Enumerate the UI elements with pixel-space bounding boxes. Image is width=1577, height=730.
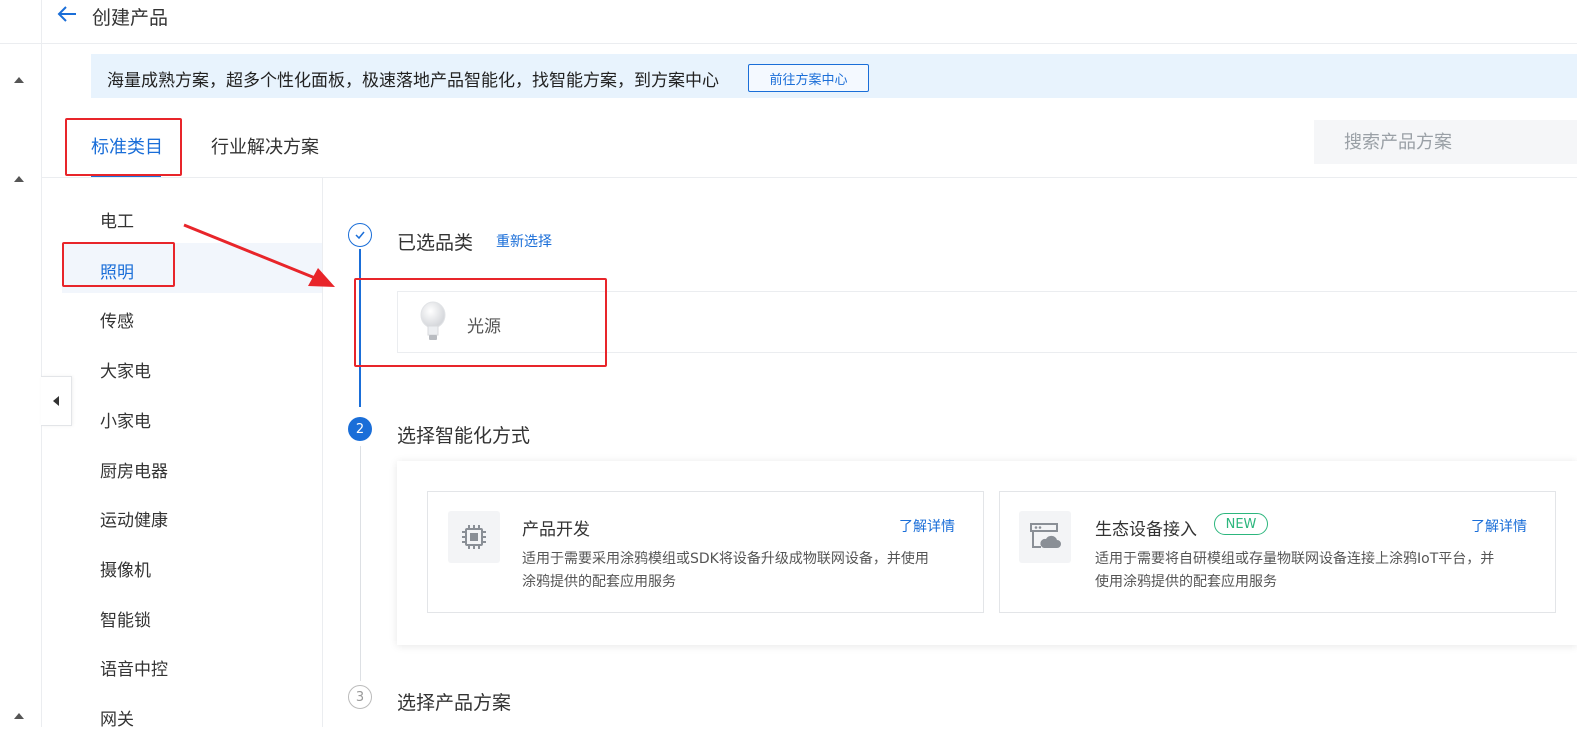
- category-item-gateway[interactable]: 网关: [100, 705, 134, 730]
- category-item-camera[interactable]: 摄像机: [100, 556, 151, 581]
- step-3-indicator: 3: [348, 685, 372, 709]
- category-item-electrical[interactable]: 电工: [100, 207, 134, 232]
- expand-up-icon[interactable]: [14, 77, 24, 83]
- reselect-link[interactable]: 重新选择: [496, 231, 552, 251]
- collapse-sidebar-button[interactable]: [41, 376, 72, 426]
- step-2-title: 选择智能化方式: [397, 425, 531, 447]
- category-item-small-appliance[interactable]: 小家电: [100, 407, 151, 432]
- option-ecosystem-desc: 使用涂鸦提供的配套应用服务: [1095, 574, 1277, 590]
- category-item-kitchen[interactable]: 厨房电器: [100, 457, 168, 482]
- left-rail: [0, 0, 42, 727]
- tab-industry-solutions[interactable]: 行业解决方案: [211, 133, 319, 159]
- cloud-device-icon: [1019, 511, 1071, 563]
- category-item-smart-lock[interactable]: 智能锁: [100, 606, 151, 631]
- highlight-box-category: [62, 242, 175, 287]
- option-ecosystem-desc: 适用于需要将自研模组或存量物联网设备连接上涂鸦IoT平台，并: [1095, 551, 1495, 567]
- learn-more-link[interactable]: 了解详情: [1471, 516, 1527, 536]
- search-input[interactable]: [1314, 120, 1577, 164]
- learn-more-link[interactable]: 了解详情: [899, 516, 955, 536]
- banner-text: 海量成熟方案，超多个性化面板，极速落地产品智能化，找智能方案，到方案中心: [107, 71, 719, 91]
- step-2-indicator: 2: [348, 417, 372, 441]
- expand-up-icon[interactable]: [14, 713, 24, 719]
- category-item-fitness[interactable]: 运动健康: [100, 506, 168, 531]
- highlight-box-selected: [354, 278, 607, 367]
- chip-icon: [448, 511, 500, 563]
- expand-up-icon[interactable]: [14, 176, 24, 182]
- option-ecosystem-title: 生态设备接入: [1095, 520, 1197, 540]
- step-1-title: 已选品类: [397, 232, 474, 254]
- caret-left-icon: [53, 396, 59, 406]
- option-product-development-title: 产品开发: [522, 520, 590, 540]
- category-item-major-appliance[interactable]: 大家电: [100, 357, 151, 382]
- option-product-development-desc: 适用于需要采用涂鸦模组或SDK将设备升级成物联网设备，并使用: [522, 551, 929, 567]
- go-to-solution-center-button[interactable]: 前往方案中心: [748, 64, 869, 92]
- option-product-development-desc: 涂鸦提供的配套应用服务: [522, 574, 676, 590]
- category-item-sensor[interactable]: 传感: [100, 307, 134, 332]
- page-title: 创建产品: [92, 7, 169, 29]
- highlight-box-tab: [65, 118, 182, 176]
- rail-divider: [0, 43, 41, 44]
- category-item-voice-control[interactable]: 语音中控: [100, 655, 168, 680]
- tabs-divider: [42, 177, 1577, 178]
- step-3-title: 选择产品方案: [397, 692, 512, 714]
- step-connector-pending: [360, 446, 361, 681]
- annotation-arrow-icon: [183, 223, 335, 287]
- step-1-check-icon: [348, 223, 372, 247]
- page-header: [42, 0, 1577, 44]
- back-arrow-icon[interactable]: [56, 3, 78, 25]
- new-badge: NEW: [1214, 513, 1268, 535]
